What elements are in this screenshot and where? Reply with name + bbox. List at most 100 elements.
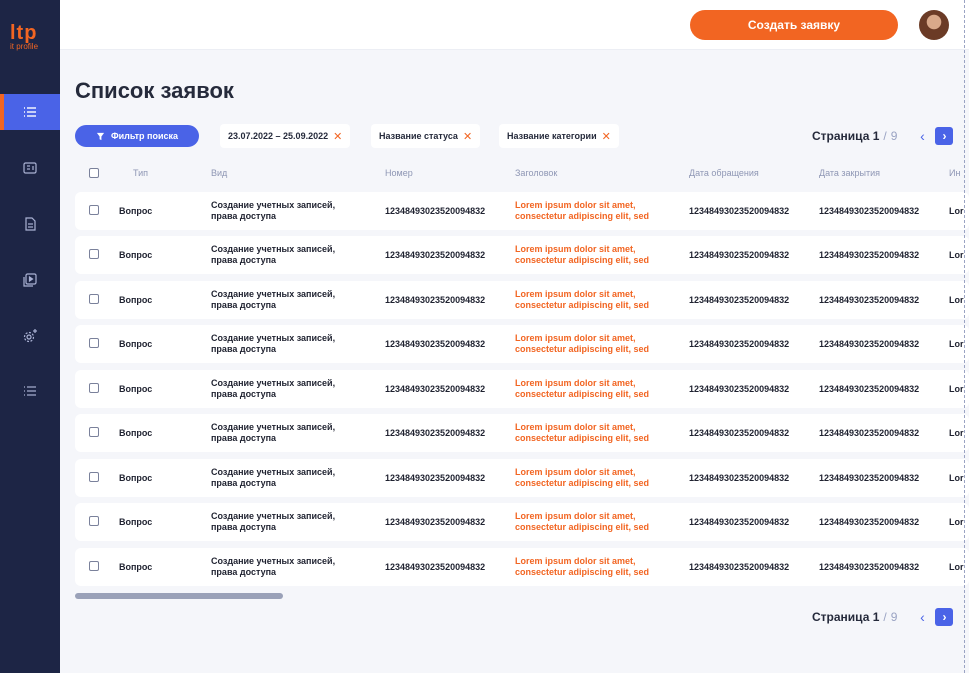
row-checkbox[interactable] bbox=[89, 427, 99, 437]
filter-chip-status[interactable]: Название статуса ✕ bbox=[371, 124, 481, 148]
table-row[interactable]: Вопрос Создание учетных записей, права до… bbox=[75, 503, 969, 541]
close-icon[interactable]: ✕ bbox=[463, 130, 472, 143]
cell-title[interactable]: Lorem ipsum dolor sit amet, consectetur a… bbox=[515, 244, 649, 266]
cell-title[interactable]: Lorem ipsum dolor sit amet, consectetur a… bbox=[515, 378, 649, 400]
cell-more: Lor bbox=[949, 428, 964, 438]
sidebar-item-media[interactable] bbox=[0, 262, 60, 298]
filter-button-label: Фильтр поиска bbox=[110, 131, 179, 141]
filter-chip-label: Название категории bbox=[507, 131, 597, 141]
cell-title-line1: Lorem ipsum dolor sit amet, bbox=[515, 333, 636, 343]
cell-title[interactable]: Lorem ipsum dolor sit amet, consectetur a… bbox=[515, 333, 649, 355]
table-row[interactable]: Вопрос Создание учетных записей, права до… bbox=[75, 236, 969, 274]
column-header-date-close[interactable]: Дата закрытия bbox=[819, 168, 880, 178]
row-checkbox[interactable] bbox=[89, 561, 99, 571]
cell-date-close: 12348493023520094832 bbox=[819, 517, 920, 527]
table-row[interactable]: Вопрос Создание учетных записей, права до… bbox=[75, 414, 969, 452]
document-icon bbox=[25, 217, 36, 231]
cell-more: Lor bbox=[949, 339, 964, 349]
frame-edge-guide bbox=[964, 0, 965, 673]
cell-date-close: 12348493023520094832 bbox=[819, 250, 920, 260]
filter-button[interactable]: Фильтр поиска bbox=[75, 125, 199, 147]
close-icon[interactable]: ✕ bbox=[333, 130, 342, 143]
cell-date-close: 12348493023520094832 bbox=[819, 562, 920, 572]
row-checkbox[interactable] bbox=[89, 516, 99, 526]
table-row[interactable]: Вопрос Создание учетных записей, права до… bbox=[75, 281, 969, 319]
column-header-more[interactable]: Ин bbox=[949, 168, 960, 178]
video-icon bbox=[23, 273, 37, 287]
chevron-left-icon[interactable]: ‹ bbox=[913, 127, 931, 145]
table-row[interactable]: Вопрос Создание учетных записей, права до… bbox=[75, 325, 969, 363]
row-checkbox[interactable] bbox=[89, 338, 99, 348]
filter-chip-date[interactable]: 23.07.2022 – 25.09.2022 ✕ bbox=[220, 124, 351, 148]
chevron-right-icon[interactable]: › bbox=[935, 127, 954, 145]
cell-date-open: 12348493023520094832 bbox=[689, 250, 790, 260]
avatar[interactable] bbox=[919, 10, 949, 40]
cell-kind-line1: Создание учетных записей, bbox=[211, 378, 336, 388]
row-checkbox[interactable] bbox=[89, 383, 99, 393]
column-header-date-open[interactable]: Дата обращения bbox=[689, 168, 759, 178]
cell-date-close: 12348493023520094832 bbox=[819, 206, 920, 216]
cell-title[interactable]: Lorem ipsum dolor sit amet, consectetur a… bbox=[515, 556, 649, 578]
table-row[interactable]: Вопрос Создание учетных записей, права до… bbox=[75, 192, 969, 230]
settings-icon bbox=[23, 329, 37, 343]
cell-kind-line2: права доступа bbox=[211, 389, 277, 399]
cell-title-line2: consectetur adipiscing elit, sed bbox=[515, 567, 650, 577]
select-all-checkbox[interactable] bbox=[89, 168, 99, 178]
create-request-button[interactable]: Создать заявку bbox=[690, 10, 898, 40]
column-header-number[interactable]: Номер bbox=[385, 168, 413, 178]
cell-title-line2: consectetur adipiscing elit, sed bbox=[515, 255, 650, 265]
cell-title-line1: Lorem ipsum dolor sit amet, bbox=[515, 244, 636, 254]
cell-more: Lor bbox=[949, 517, 964, 527]
sidebar-item-documents[interactable] bbox=[0, 206, 60, 242]
cell-title[interactable]: Lorem ipsum dolor sit amet, consectetur a… bbox=[515, 200, 649, 222]
cell-title-line1: Lorem ipsum dolor sit amet, bbox=[515, 289, 636, 299]
cell-kind-line2: права доступа bbox=[211, 344, 277, 354]
row-checkbox[interactable] bbox=[89, 249, 99, 259]
horizontal-scrollbar[interactable] bbox=[75, 593, 283, 599]
column-header-kind[interactable]: Вид bbox=[211, 168, 227, 178]
cell-kind-line1: Создание учетных записей, bbox=[211, 422, 336, 432]
cell-more: Lor bbox=[949, 295, 964, 305]
table-row[interactable]: Вопрос Создание учетных записей, права до… bbox=[75, 548, 969, 586]
column-header-type[interactable]: Тип bbox=[133, 168, 148, 178]
cell-number: 12348493023520094832 bbox=[385, 250, 486, 260]
cell-number: 12348493023520094832 bbox=[385, 517, 486, 527]
cell-title[interactable]: Lorem ipsum dolor sit amet, consectetur a… bbox=[515, 289, 649, 311]
cell-kind-line2: права доступа bbox=[211, 478, 277, 488]
filter-chip-category[interactable]: Название категории ✕ bbox=[499, 124, 619, 148]
chevron-right-icon[interactable]: › bbox=[935, 608, 954, 626]
page-separator: / bbox=[883, 129, 887, 143]
cell-kind: Создание учетных записей, права доступа bbox=[211, 333, 335, 355]
row-checkbox[interactable] bbox=[89, 205, 99, 215]
cell-date-open: 12348493023520094832 bbox=[689, 473, 790, 483]
cell-date-open: 12348493023520094832 bbox=[689, 295, 790, 305]
cell-title-line2: consectetur adipiscing elit, sed bbox=[515, 389, 650, 399]
cell-kind-line1: Создание учетных записей, bbox=[211, 556, 336, 566]
page-current: 1 bbox=[872, 129, 880, 143]
cell-kind-line2: права доступа bbox=[211, 567, 277, 577]
logo-main: ltp bbox=[10, 22, 38, 44]
sidebar: ltp it profile bbox=[0, 0, 60, 673]
close-icon[interactable]: ✕ bbox=[602, 130, 611, 143]
row-checkbox[interactable] bbox=[89, 294, 99, 304]
cell-title[interactable]: Lorem ipsum dolor sit amet, consectetur a… bbox=[515, 511, 649, 533]
cell-title-line1: Lorem ipsum dolor sit amet, bbox=[515, 467, 636, 477]
chevron-left-icon[interactable]: ‹ bbox=[913, 608, 931, 626]
cell-number: 12348493023520094832 bbox=[385, 384, 486, 394]
table-row[interactable]: Вопрос Создание учетных записей, права до… bbox=[75, 459, 969, 497]
cell-title[interactable]: Lorem ipsum dolor sit amet, consectetur a… bbox=[515, 467, 649, 489]
cell-date-open: 12348493023520094832 bbox=[689, 428, 790, 438]
cell-title-line1: Lorem ipsum dolor sit amet, bbox=[515, 556, 636, 566]
table-row[interactable]: Вопрос Создание учетных записей, права до… bbox=[75, 370, 969, 408]
column-header-title[interactable]: Заголовок bbox=[515, 168, 557, 178]
sidebar-item-list[interactable] bbox=[0, 373, 60, 409]
sidebar-item-settings[interactable] bbox=[0, 318, 60, 354]
sidebar-item-cards[interactable] bbox=[0, 150, 60, 186]
sidebar-item-requests[interactable] bbox=[0, 94, 60, 130]
logo[interactable]: ltp it profile bbox=[10, 22, 54, 52]
row-checkbox[interactable] bbox=[89, 472, 99, 482]
cell-kind-line2: права доступа bbox=[211, 522, 277, 532]
cell-more: Lor bbox=[949, 206, 964, 216]
cell-type: Вопрос bbox=[119, 295, 153, 305]
cell-title[interactable]: Lorem ipsum dolor sit amet, consectetur a… bbox=[515, 422, 649, 444]
